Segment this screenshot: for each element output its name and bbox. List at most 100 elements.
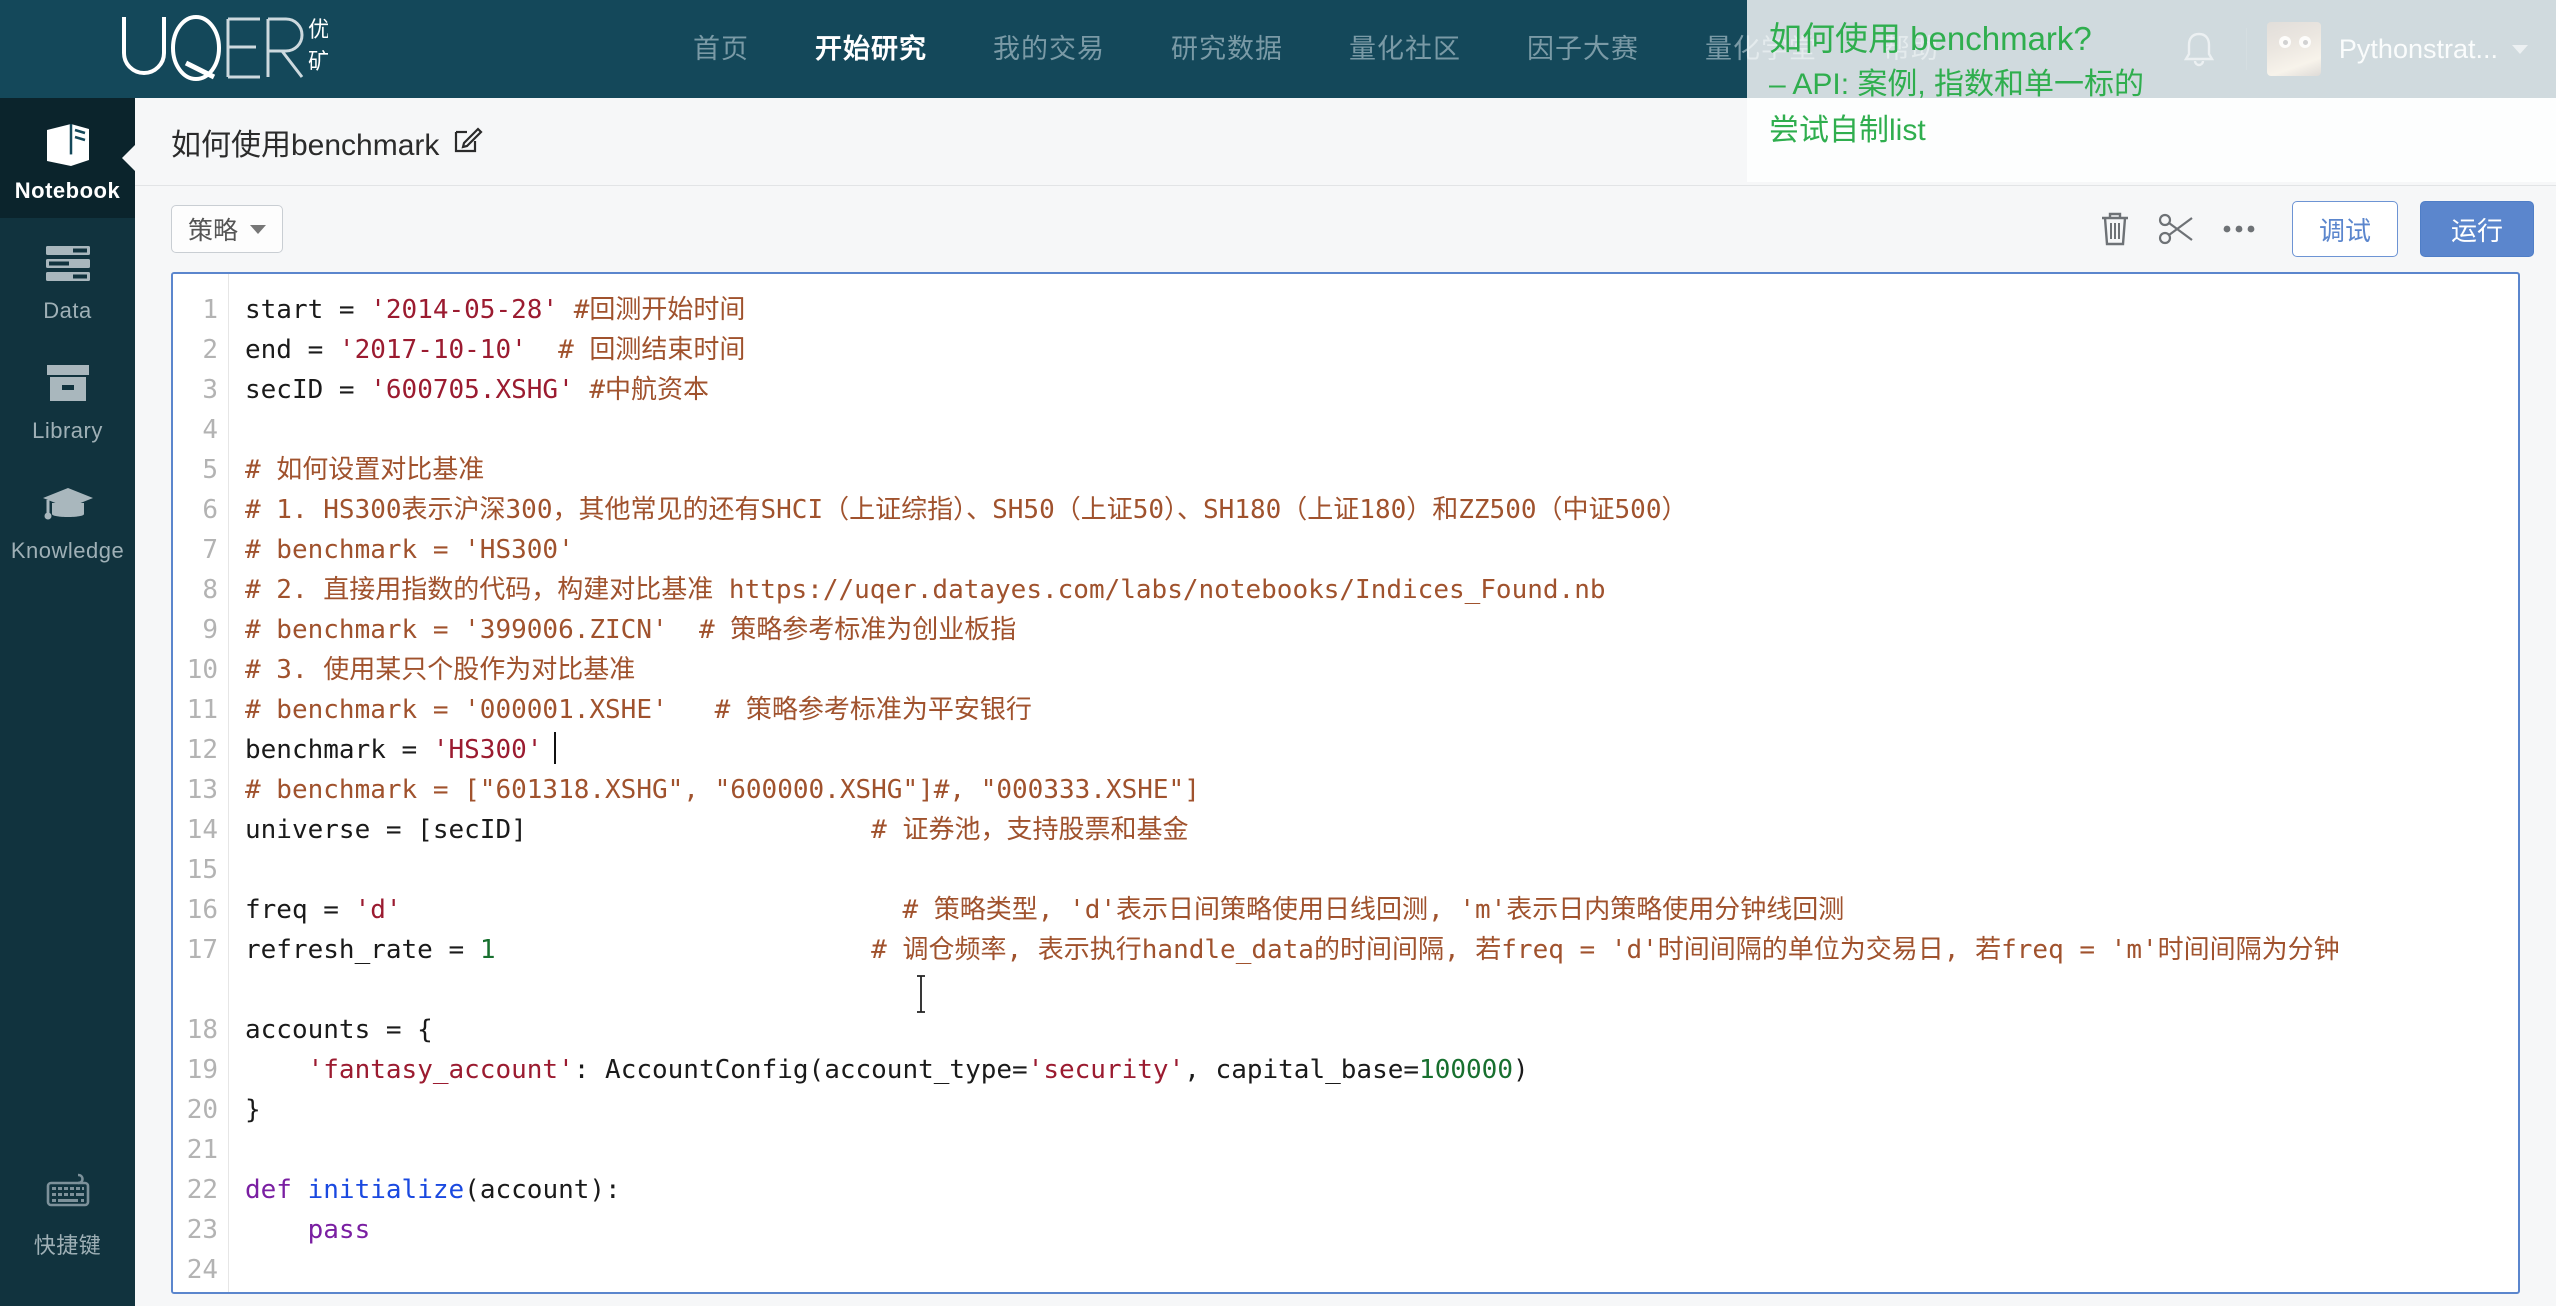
code-token-kw: pass: [307, 1215, 371, 1245]
code-line[interactable]: 'fantasy_account': AccountConfig(account…: [245, 1050, 2518, 1090]
code-token-cmt: # 2. 直接用指数的代码，构建对比基准 https://uqer.dataye…: [245, 575, 1606, 605]
code-line[interactable]: universe = [secID] # 证券池，支持股票和基金: [245, 810, 2518, 850]
code-line[interactable]: [245, 970, 2518, 1010]
line-number: 13: [186, 775, 218, 805]
code-token-plain: }: [245, 1095, 261, 1125]
debug-button[interactable]: 调试: [2291, 201, 2398, 257]
code-token-str: 'HS300': [432, 735, 543, 765]
code-line[interactable]: freq = 'd' # 策略类型, 'd'表示日间策略使用日线回测, 'm'表…: [245, 890, 2518, 930]
code-line[interactable]: end = '2017-10-10' # 回测结束时间: [245, 330, 2518, 370]
nav-link-my-trades[interactable]: 我的交易: [960, 0, 1138, 98]
code-line[interactable]: # 如何设置对比基准: [245, 450, 2518, 490]
line-number: 1: [202, 295, 218, 325]
code-token-str: 'fantasy_account': [307, 1055, 574, 1085]
code-line[interactable]: # 1. HS300表示沪深300，其他常见的还有SHCI（上证综指）、SH50…: [245, 490, 2518, 530]
code-token-str: 'security': [1027, 1055, 1185, 1085]
trash-icon[interactable]: [2084, 201, 2146, 257]
more-ellipsis-icon[interactable]: [2208, 201, 2270, 257]
run-button[interactable]: 运行: [2419, 201, 2534, 257]
code-line[interactable]: pass: [245, 1210, 2518, 1250]
sidebar-item-label: Knowledge: [10, 538, 125, 563]
code-line[interactable]: # 2. 直接用指数的代码，构建对比基准 https://uqer.dataye…: [245, 570, 2518, 610]
username-label[interactable]: Pythonstrat...: [2339, 34, 2498, 65]
code-token-cmt: # 调仓频率, 表示执行handle_data的时间间隔, 若freq = 'd…: [871, 935, 2340, 965]
code-line[interactable]: # 3. 使用某只个股作为对比基准: [245, 650, 2518, 690]
code-token-cmt: # 策略类型, 'd'表示日间策略使用日线回测, 'm'表示日内策略使用分钟线回…: [902, 895, 1845, 925]
uqer-logo-svg: 优 矿: [122, 15, 328, 81]
code-token-cmt: #中航资本: [589, 375, 710, 405]
line-number: 4: [202, 415, 218, 445]
cell-type-dropdown[interactable]: 策略: [171, 205, 284, 253]
nav-link-research-data[interactable]: 研究数据: [1138, 0, 1316, 98]
code-token-plain: benchmark =: [245, 735, 433, 765]
code-cell[interactable]: 1234567891011121314151617181920212223242…: [171, 272, 2520, 1294]
code-token-plain: ): [1512, 1055, 1529, 1085]
code-line[interactable]: [245, 850, 2518, 890]
line-number: 9: [202, 615, 218, 645]
code-token-cmt: # 3. 使用某只个股作为对比基准: [245, 655, 636, 685]
keyboard-icon: [0, 1166, 135, 1220]
code-token-cmt: # benchmark = ["601318.XSHG", "600000.XS…: [245, 775, 1200, 805]
line-number: 8: [202, 575, 218, 605]
code-line[interactable]: # benchmark = 'HS300': [245, 530, 2518, 570]
line-number: 3: [202, 375, 218, 405]
code-line[interactable]: refresh_rate = 1 # 调仓频率, 表示执行handle_data…: [245, 930, 2518, 970]
code-line[interactable]: def initialize(account):: [245, 1170, 2518, 1210]
line-number: 17: [186, 935, 218, 965]
line-number: 23: [186, 1215, 218, 1245]
nav-link-research[interactable]: 开始研究: [782, 0, 960, 98]
code-token-kw: def: [245, 1175, 292, 1205]
sidebar-item-label: Library: [32, 418, 103, 443]
code-token-num: 100000: [1419, 1055, 1513, 1085]
line-number: 11: [186, 695, 218, 725]
code-line[interactable]: [245, 1130, 2518, 1170]
code-line[interactable]: }: [245, 1090, 2518, 1130]
edit-pencil-icon[interactable]: [453, 124, 483, 159]
line-number: 6: [202, 495, 218, 525]
cell-type-label: 策略: [188, 217, 239, 245]
code-editor[interactable]: 1234567891011121314151617181920212223242…: [173, 274, 2518, 1292]
scissors-icon[interactable]: [2146, 201, 2208, 257]
avatar[interactable]: [2266, 22, 2321, 76]
code-token-str: '2014-05-28': [370, 295, 559, 325]
code-line[interactable]: benchmark = 'HS300': [245, 730, 2518, 770]
sidebar-item-notebook[interactable]: Notebook: [0, 98, 136, 218]
nav-link-factor-contest[interactable]: 因子大赛: [1494, 0, 1672, 98]
nav-link-home[interactable]: 首页: [660, 0, 782, 98]
code-line[interactable]: # benchmark = '399006.ZICN' # 策略参考标准为创业板…: [245, 610, 2518, 650]
sidebar-item-library[interactable]: Library: [0, 338, 135, 458]
code-token-plain: start =: [245, 295, 371, 325]
nav-link-help[interactable]: 帮助: [1850, 0, 1972, 98]
nav-link-academy[interactable]: 量化学堂: [1672, 0, 1850, 98]
line-number: 12: [186, 735, 218, 765]
code-token-str: 'd': [354, 895, 402, 925]
code-line[interactable]: accounts = {: [245, 1010, 2518, 1050]
code-line[interactable]: [245, 410, 2518, 450]
text-caret: [554, 732, 557, 764]
chevron-down-icon[interactable]: [2512, 44, 2528, 54]
sidebar-item-data[interactable]: Data: [0, 218, 135, 338]
code-line[interactable]: # benchmark = ["601318.XSHG", "600000.XS…: [245, 770, 2518, 810]
archive-box-icon: [0, 356, 135, 410]
sidebar-item-knowledge[interactable]: Knowledge: [0, 458, 135, 578]
code-text-area[interactable]: start = '2014-05-28' #回测开始时间 end = '2017-…: [229, 274, 2518, 1292]
bell-icon[interactable]: [2182, 30, 2216, 68]
nav-right-cluster: Pythonstrat...: [2172, 0, 2528, 98]
line-number: 15: [186, 855, 218, 885]
sidebar-item-shortcuts[interactable]: 快捷键: [0, 1166, 135, 1260]
line-number: 2: [202, 335, 218, 365]
line-number: 5: [202, 455, 218, 485]
code-line[interactable]: [245, 1250, 2518, 1290]
code-token-cmt: # benchmark = '000001.XSHE' # 策略参考标准为平安银…: [245, 695, 1032, 725]
code-line[interactable]: # benchmark = '000001.XSHE' # 策略参考标准为平安银…: [245, 690, 2518, 730]
logo-cn-top: 优: [308, 18, 328, 43]
nav-divider: [2245, 28, 2247, 70]
nav-link-community[interactable]: 量化社区: [1316, 0, 1494, 98]
code-line[interactable]: start = '2014-05-28' #回测开始时间: [245, 290, 2518, 330]
uqer-logo[interactable]: 优 矿: [118, 11, 328, 85]
code-line[interactable]: secID = '600705.XSHG' #中航资本: [245, 370, 2518, 410]
code-token-num: 1: [479, 935, 496, 965]
